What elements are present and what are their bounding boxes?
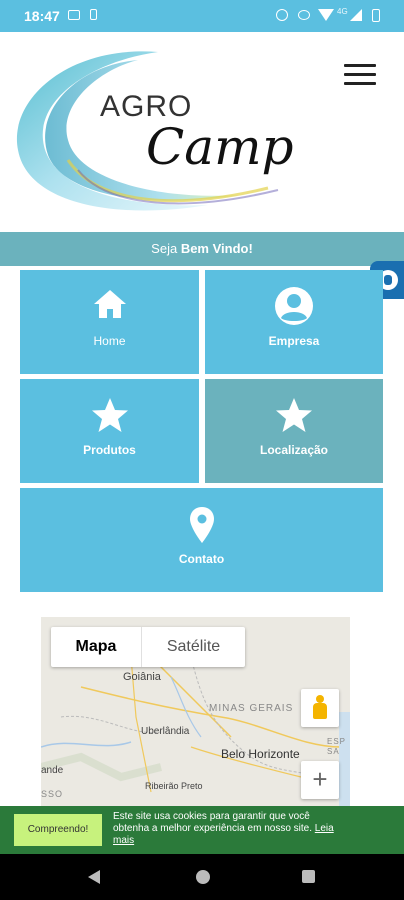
home-icon — [93, 290, 126, 318]
welcome-highlight: Bem Vindo! — [180, 241, 253, 256]
star-icon — [91, 398, 128, 432]
tile-home[interactable]: Home — [20, 270, 199, 374]
map-label-left-edge-2: SSO — [41, 789, 64, 799]
tile-home-label: Home — [93, 334, 126, 348]
welcome-bar: Seja Bem Vindo! — [0, 232, 404, 266]
tile-localizacao-label: Localização — [259, 443, 329, 457]
map-tab-mapa[interactable]: Mapa — [51, 627, 141, 667]
back-icon[interactable] — [88, 870, 100, 884]
tile-produtos[interactable]: Produtos — [20, 379, 199, 483]
zoom-in-button[interactable]: + — [301, 761, 339, 799]
home-circle-icon[interactable] — [196, 870, 210, 884]
signal-icon — [350, 9, 362, 21]
alarm-icon — [276, 9, 288, 21]
status-time: 18:47 — [24, 8, 60, 24]
map-label-uberlandia: Uberlândia — [141, 726, 190, 737]
street-view-pegman-icon[interactable] — [301, 689, 339, 727]
wifi-icon — [318, 9, 334, 21]
map-type-control: Mapa Satélite — [51, 627, 245, 667]
mail-notification-icon — [68, 10, 80, 20]
welcome-prefix: Seja — [151, 241, 181, 256]
status-bar: 18:47 4G — [0, 0, 404, 32]
map-tab-satellite[interactable]: Satélite — [141, 627, 245, 667]
tile-empresa-label: Empresa — [268, 334, 320, 348]
tile-empresa[interactable]: Empresa — [205, 270, 383, 374]
tile-contato[interactable]: Contato — [20, 488, 383, 592]
tile-contato-label: Contato — [178, 552, 225, 566]
map-label-goiania: Goiânia — [123, 671, 161, 683]
cookie-text: Este site usa cookies para garantir que … — [113, 811, 313, 834]
map-label-ribeirao-preto: Ribeirão Preto — [145, 781, 203, 791]
eye-comfort-icon — [298, 10, 310, 20]
tile-localizacao[interactable]: Localização — [205, 379, 383, 483]
star-icon — [276, 398, 312, 432]
google-map[interactable]: Mapa Satélite Goiânia MINAS GERAIS Uberl… — [41, 617, 350, 807]
hamburger-menu-icon[interactable] — [344, 64, 376, 86]
map-label-right-edge: ESP SA — [327, 737, 346, 756]
map-pin-icon — [189, 507, 214, 543]
battery-notification-icon — [90, 9, 97, 20]
site-header: AGRO Camp — [0, 32, 404, 232]
tile-produtos-label: Produtos — [83, 443, 136, 457]
cookie-consent-bar: Compreendo! Este site usa cookies para g… — [0, 806, 404, 854]
recent-apps-icon[interactable] — [302, 870, 315, 883]
map-label-belo-horizonte: Belo Horizonte — [221, 747, 300, 761]
android-nav-bar — [0, 854, 404, 900]
user-circle-icon — [275, 287, 313, 325]
cookie-accept-button[interactable]: Compreendo! — [14, 814, 102, 846]
map-label-left-edge: ande — [41, 765, 64, 776]
network-type: 4G — [337, 7, 348, 16]
agrocamp-logo[interactable]: AGRO Camp — [8, 40, 298, 220]
cookie-message: Este site usa cookies para garantir que … — [113, 811, 343, 847]
logo-text-camp: Camp — [146, 118, 294, 176]
map-label-minas-gerais: MINAS GERAIS — [209, 703, 294, 714]
battery-icon — [372, 9, 380, 22]
